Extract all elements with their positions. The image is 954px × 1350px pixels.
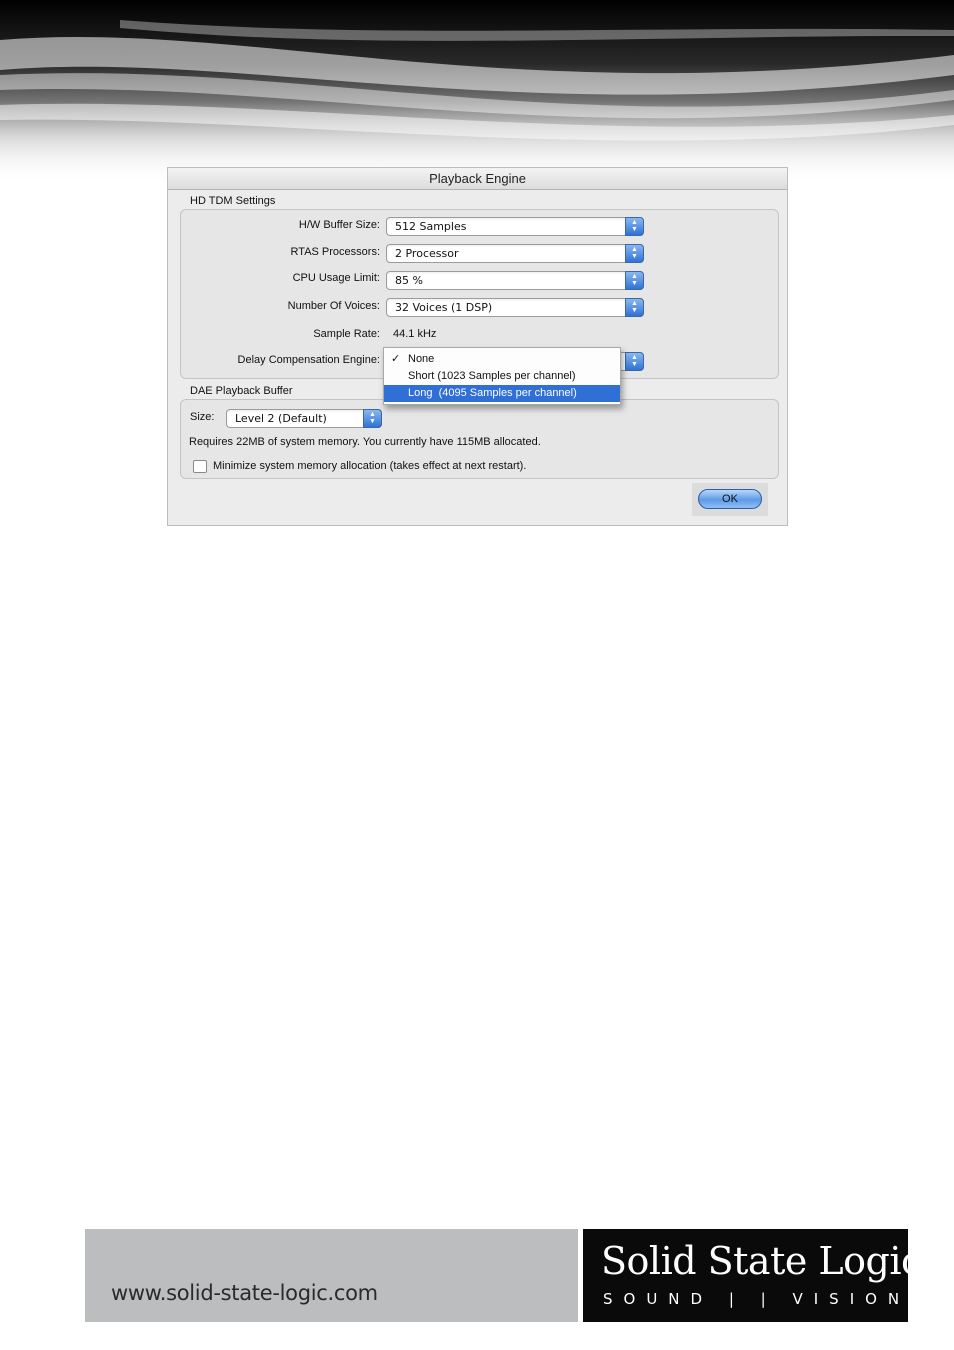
minimize-memory-checkbox[interactable] [193,460,207,473]
up-down-arrows-icon: ▲ ▼ [625,352,644,371]
checkmark-icon: ✓ [391,353,401,365]
menu-item-label: Short (1023 Samples per channel) [408,370,576,382]
size-label: Size: [190,411,215,423]
rtas-processors-label: RTAS Processors: [290,246,380,258]
cpu-usage-popup[interactable]: 85 % ▲ ▼ [386,271,644,290]
menu-item-none[interactable]: ✓ None [384,351,620,368]
ssl-logo: Solid State Logic SOUND | | VISION [583,1229,922,1322]
delay-compensation-label: Delay Compensation Engine: [237,354,380,366]
cpu-usage-label: CPU Usage Limit: [292,272,380,284]
cpu-usage-value: 85 % [395,274,423,287]
number-of-voices-popup[interactable]: 32 Voices (1 DSP) ▲ ▼ [386,298,644,317]
ok-button[interactable]: OK [698,489,762,509]
buffer-size-popup[interactable]: Level 2 (Default) ▲ ▼ [226,409,382,428]
up-down-arrows-icon: ▲ ▼ [363,409,382,428]
menu-item-long[interactable]: Long (4095 Samples per channel) [384,385,620,402]
up-down-arrows-icon: ▲ ▼ [625,217,644,236]
sample-rate-value: 44.1 kHz [393,328,437,340]
sample-rate-label: Sample Rate: [313,328,380,340]
logo-name: Solid State Logic [601,1239,922,1283]
footer-url-panel: www.solid-state-logic.com [85,1229,578,1322]
hw-buffer-value: 512 Samples [395,220,467,233]
up-down-arrows-icon: ▲ ▼ [625,244,644,263]
logo-tagline: SOUND | | VISION [603,1290,911,1308]
menu-item-short[interactable]: Short (1023 Samples per channel) [384,368,620,385]
header-swoosh-graphic [0,0,954,185]
ok-button-frame: OK [692,483,768,516]
minimize-memory-label: Minimize system memory allocation (takes… [213,460,527,472]
dialog-title: Playback Engine [168,168,787,190]
number-of-voices-value: 32 Voices (1 DSP) [395,301,493,314]
menu-item-label: None [408,353,435,365]
number-of-voices-label: Number Of Voices: [287,300,380,312]
dae-playback-buffer-label: DAE Playback Buffer [190,385,293,397]
rtas-processors-popup[interactable]: 2 Processor ▲ ▼ [386,244,644,263]
menu-item-label: Long (4095 Samples per channel) [408,387,577,399]
buffer-size-value: Level 2 (Default) [235,412,327,425]
footer-url: www.solid-state-logic.com [111,1281,378,1305]
memory-requirement-note: Requires 22MB of system memory. You curr… [189,436,541,448]
up-down-arrows-icon: ▲ ▼ [625,271,644,290]
up-down-arrows-icon: ▲ ▼ [625,298,644,317]
hd-tdm-settings-label: HD TDM Settings [190,195,276,207]
delay-compensation-menu: ✓ None Short (1023 Samples per channel) … [383,347,621,405]
hw-buffer-label: H/W Buffer Size: [298,219,380,231]
rtas-processors-value: 2 Processor [395,247,459,260]
hw-buffer-popup[interactable]: 512 Samples ▲ ▼ [386,217,644,236]
